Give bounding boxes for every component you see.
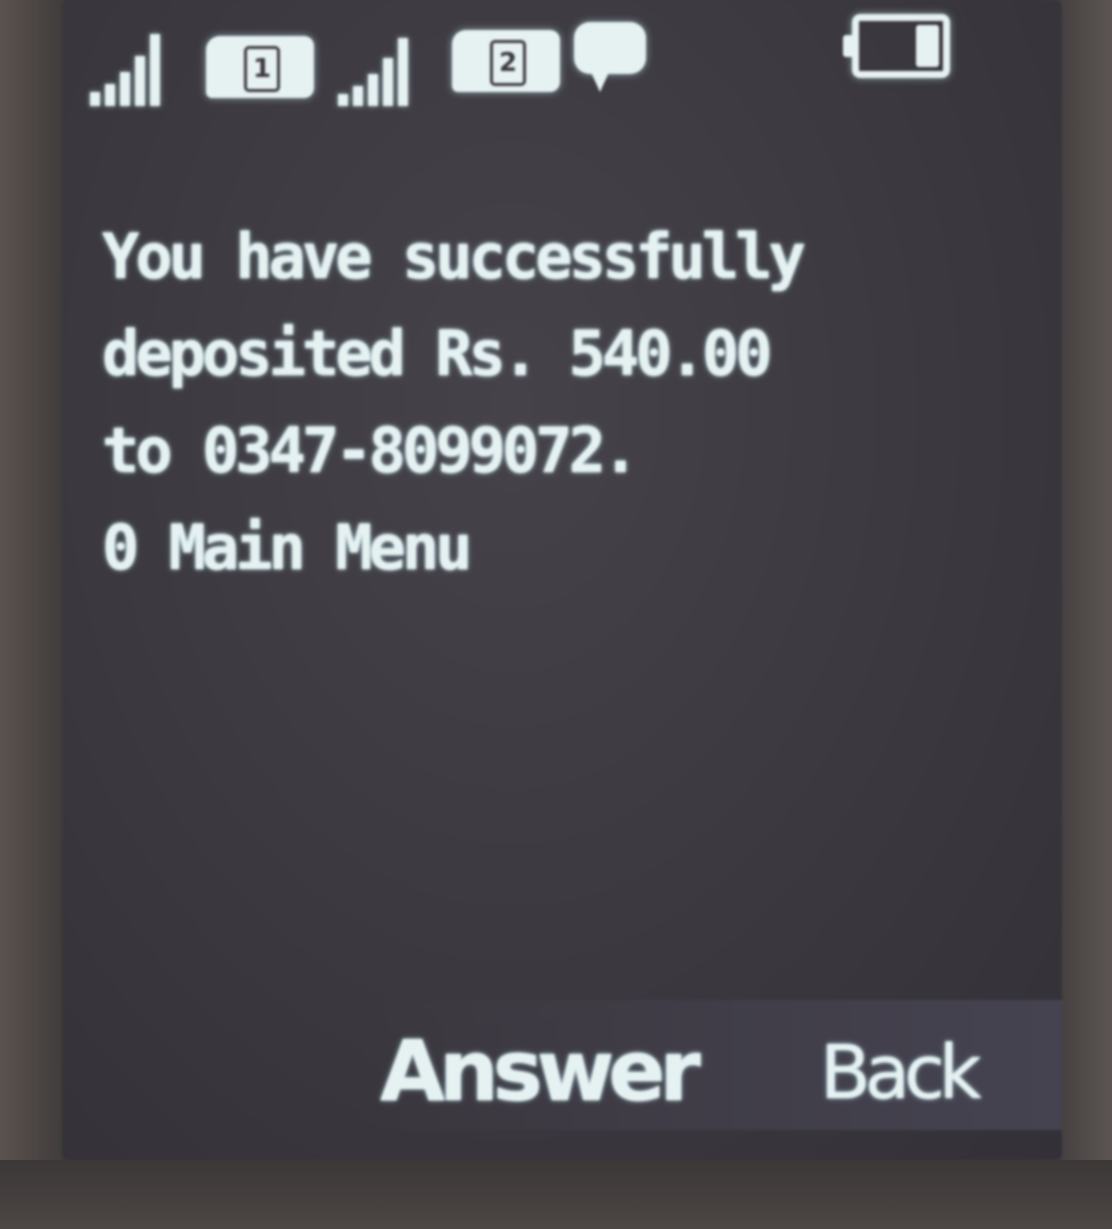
sim1-label: 1	[244, 46, 280, 92]
phone-bezel	[0, 1160, 1112, 1229]
message-line: to 0347-8099072.	[102, 414, 639, 487]
phone-screen: 1 2 You have successfully deposited Rs. …	[62, 0, 1062, 1160]
message-body: You have successfully deposited Rs. 540.…	[102, 208, 962, 596]
main-menu-option[interactable]: 0 Main Menu	[102, 499, 962, 596]
sim1-badge-icon: 1	[206, 36, 314, 98]
sim1-signal-icon	[90, 30, 160, 106]
phone-photo: 1 2 You have successfully deposited Rs. …	[0, 0, 1112, 1229]
status-bar: 1 2	[62, 0, 1062, 120]
battery-level	[916, 25, 939, 67]
battery-icon	[843, 14, 950, 78]
message-line: deposited Rs. 540.00	[102, 317, 773, 390]
message-line: You have successfully	[102, 220, 806, 293]
back-softkey[interactable]: Back	[820, 1030, 982, 1116]
sim2-signal-icon	[338, 30, 408, 106]
sim2-label: 2	[490, 40, 526, 86]
answer-softkey[interactable]: Answer	[380, 1022, 701, 1120]
message-bubble-icon	[574, 22, 646, 92]
sim2-badge-icon: 2	[452, 30, 560, 92]
